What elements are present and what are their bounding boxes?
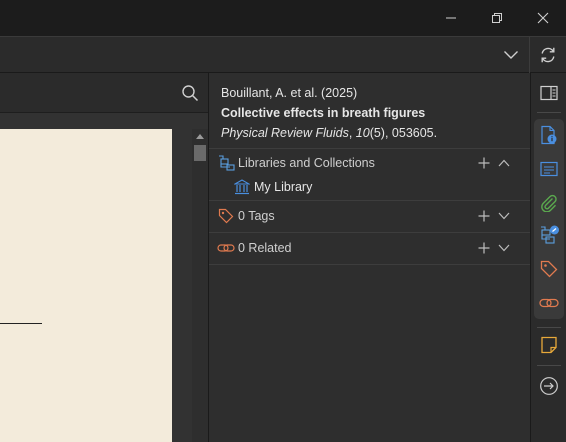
close-icon	[537, 12, 549, 24]
sidenav-separator	[537, 365, 561, 366]
tags-icon	[540, 260, 558, 278]
item-pane: Bouillant, A. et al. (2025) Collective e…	[208, 73, 531, 442]
library-label: My Library	[254, 180, 313, 194]
restore-button[interactable]	[474, 0, 520, 36]
section-divider	[209, 264, 531, 265]
expand-tags-button[interactable]	[495, 206, 513, 226]
chevron-up-icon	[498, 159, 510, 167]
restore-icon	[492, 13, 502, 23]
item-title: Collective effects in breath figures	[221, 106, 426, 120]
reader-view	[0, 73, 208, 442]
sidenav-separator	[537, 327, 561, 328]
section-divider	[209, 232, 531, 233]
tags-label: 0 Tags	[238, 209, 275, 223]
abstract-icon	[540, 161, 558, 177]
find-in-document-button[interactable]	[176, 81, 204, 105]
nav-abstract-button[interactable]	[535, 155, 563, 183]
scroll-up-icon	[196, 133, 204, 139]
item-journal: Physical Review Fluids	[221, 126, 349, 140]
scroll-thumb[interactable]	[194, 145, 206, 161]
section-divider	[209, 200, 531, 201]
chevron-down-icon	[498, 212, 510, 220]
nav-tags-button[interactable]	[535, 255, 563, 283]
attachments-icon	[541, 194, 557, 212]
close-button[interactable]	[520, 0, 566, 36]
minimize-button[interactable]	[428, 0, 474, 36]
item-header: Bouillant, A. et al. (2025) Collective e…	[221, 83, 521, 143]
libraries-collections-icon	[217, 155, 235, 171]
plus-icon	[478, 242, 490, 254]
reader-toolbar	[0, 73, 208, 113]
nav-attachments-button[interactable]	[535, 189, 563, 217]
add-related-button[interactable]	[475, 238, 493, 258]
item-publication: Physical Review Fluids, 10(5), 053605.	[221, 126, 438, 140]
tabs-menu-button[interactable]	[494, 37, 528, 73]
library-row[interactable]: My Library	[233, 177, 433, 197]
tags-section[interactable]: 0 Tags	[209, 202, 531, 230]
title-bar	[0, 0, 566, 36]
document-page[interactable]	[0, 129, 172, 442]
libraries-collections-icon	[541, 225, 559, 244]
page-rule	[0, 323, 42, 324]
libraries-collections-label: Libraries and Collections	[238, 156, 375, 170]
collapse-libraries-button[interactable]	[495, 153, 513, 173]
library-icon	[233, 179, 251, 195]
sidenav-separator	[537, 112, 561, 113]
context-pane-toggle-icon	[540, 85, 558, 101]
plus-icon	[478, 157, 490, 169]
info-icon	[541, 125, 557, 145]
chevron-down-icon	[504, 51, 518, 59]
tag-icon	[217, 208, 235, 224]
add-to-collection-button[interactable]	[475, 153, 493, 173]
item-volume: 10	[355, 126, 370, 140]
sync-icon	[541, 47, 555, 63]
notes-icon	[541, 336, 557, 354]
item-citation: Bouillant, A. et al. (2025)	[221, 86, 358, 100]
plus-icon	[478, 210, 490, 222]
side-navigation	[530, 73, 566, 442]
nav-libraries-collections-button[interactable]	[535, 221, 563, 249]
add-tag-button[interactable]	[475, 206, 493, 226]
search-icon	[182, 85, 199, 102]
locate-icon	[540, 377, 558, 395]
sync-button[interactable]	[530, 37, 566, 73]
nav-notes-button[interactable]	[535, 331, 563, 359]
nav-locate-button[interactable]	[535, 372, 563, 400]
related-section[interactable]: 0 Related	[209, 234, 531, 262]
nav-info-button[interactable]	[535, 121, 563, 149]
related-label: 0 Related	[238, 241, 292, 255]
vertical-scrollbar[interactable]	[192, 129, 208, 442]
nav-related-button[interactable]	[535, 289, 563, 317]
libraries-collections-section[interactable]: Libraries and Collections	[209, 149, 531, 177]
chevron-down-icon	[498, 244, 510, 252]
related-icon	[539, 298, 559, 308]
expand-related-button[interactable]	[495, 238, 513, 258]
tab-bar	[0, 36, 566, 73]
scroll-up-button[interactable]	[192, 129, 208, 143]
toggle-context-pane-button[interactable]	[535, 79, 563, 107]
item-issue-pages: (5), 053605.	[369, 126, 438, 140]
minimize-icon	[446, 17, 456, 19]
related-link-icon	[217, 240, 235, 256]
